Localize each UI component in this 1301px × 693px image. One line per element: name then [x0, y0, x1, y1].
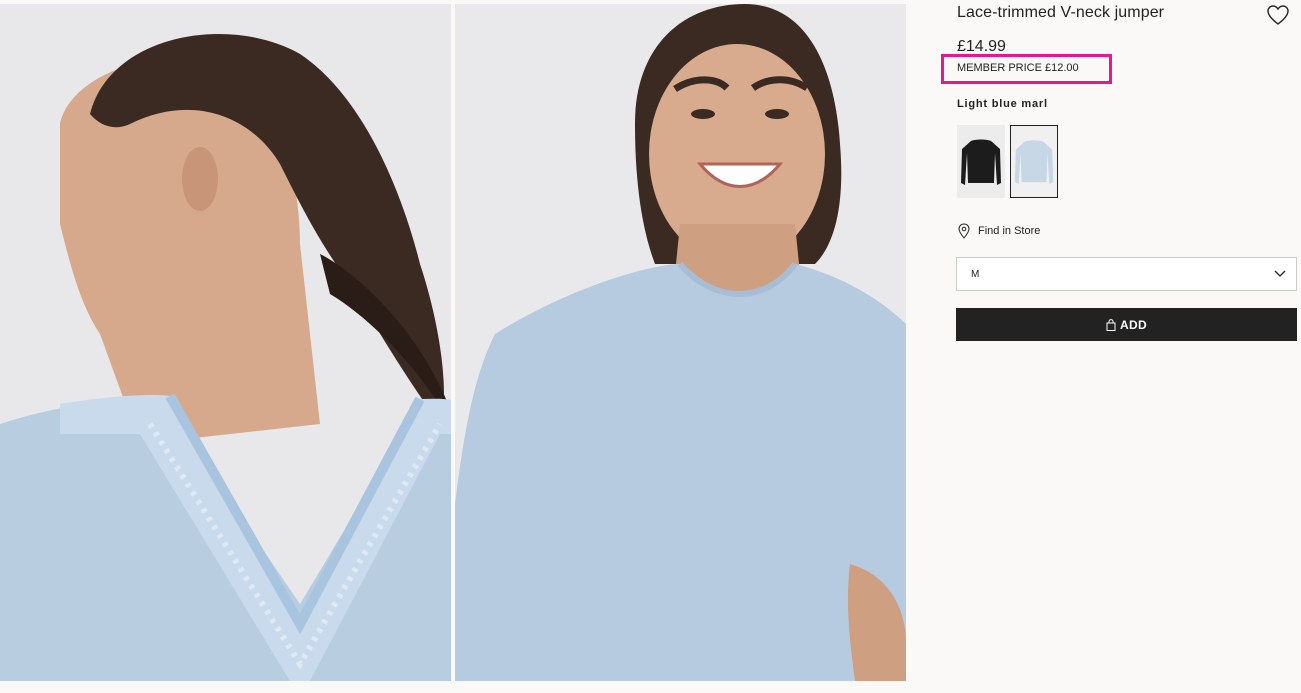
- size-dropdown[interactable]: M: [956, 257, 1297, 291]
- wishlist-button[interactable]: [1266, 4, 1290, 26]
- add-button-label: ADD: [1120, 317, 1147, 332]
- member-price: MEMBER PRICE £12.00: [957, 62, 1079, 74]
- model-back-photo: [0, 4, 451, 681]
- color-swatch-light-blue-marl[interactable]: [1010, 125, 1058, 198]
- product-image-back[interactable]: [0, 4, 451, 681]
- selected-color-name: Light blue marl: [957, 98, 1048, 110]
- product-title: Lace-trimmed V-neck jumper: [957, 4, 1165, 21]
- add-to-bag-button[interactable]: ADD: [956, 308, 1297, 341]
- blue-jumper-thumbnail: [1011, 126, 1057, 197]
- find-in-store-label: Find in Store: [978, 225, 1041, 237]
- black-jumper-thumbnail: [957, 125, 1005, 198]
- heart-outline-icon: [1267, 5, 1289, 25]
- shopping-bag-icon: [1106, 318, 1116, 331]
- size-dropdown-value: M: [971, 268, 980, 280]
- product-page: Lace-trimmed V-neck jumper £14.99 MEMBER…: [0, 0, 1301, 693]
- product-image-front[interactable]: [455, 4, 906, 681]
- find-in-store-link[interactable]: Find in Store: [957, 222, 1040, 240]
- map-pin-icon: [958, 223, 970, 239]
- chevron-down-icon: [1274, 270, 1286, 277]
- color-swatch-black[interactable]: [957, 125, 1005, 198]
- model-front-photo: [455, 4, 906, 681]
